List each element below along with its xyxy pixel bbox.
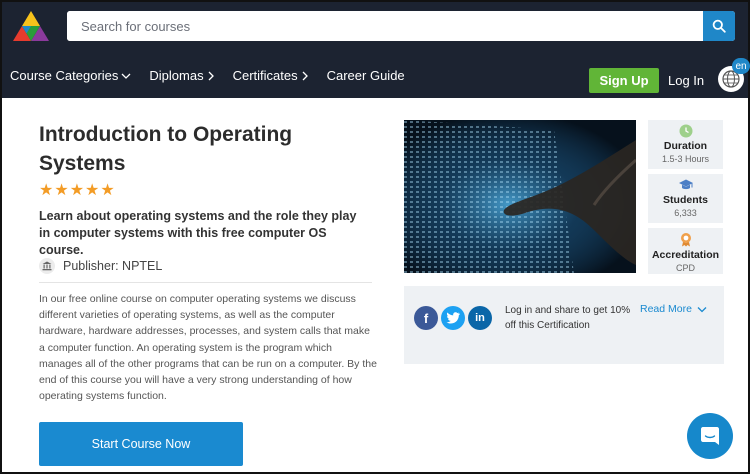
chat-icon [701, 427, 719, 445]
nav-label: Certificates [232, 68, 298, 83]
chat-widget-button[interactable] [687, 413, 733, 459]
start-course-button[interactable]: Start Course Now [39, 422, 243, 466]
linkedin-icon[interactable]: in [468, 306, 492, 330]
nav-course-categories[interactable]: Course Categories [10, 68, 131, 83]
stat-label: Students [663, 194, 708, 206]
facebook-icon[interactable]: f [414, 306, 438, 330]
stat-value: 6,333 [674, 208, 697, 218]
accreditation-card: Accreditation CPD [648, 228, 723, 274]
duration-card: Duration 1.5-3 Hours [648, 120, 723, 169]
sign-up-button[interactable]: Sign Up [589, 68, 659, 93]
rating-stars: ★★★★★ [39, 182, 116, 199]
institution-icon [39, 258, 55, 274]
stat-label: Duration [663, 140, 708, 152]
publisher-label[interactable]: Publisher: NPTEL [63, 259, 162, 273]
course-image [404, 120, 636, 273]
share-discount-box: f in Log in and share to get 10% off thi… [404, 286, 724, 364]
course-description: In our free online course on computer op… [39, 293, 377, 403]
stat-value: CPD [675, 263, 695, 273]
stat-label: Accreditation [651, 249, 720, 261]
chevron-down-icon [121, 73, 131, 79]
clock-icon [679, 124, 692, 138]
students-card: Students 6,333 [648, 174, 723, 223]
divider [39, 282, 372, 283]
graduation-cap-icon [678, 179, 693, 190]
nav-label: Diplomas [149, 68, 204, 83]
search-icon [712, 19, 726, 33]
log-in-link[interactable]: Log In [668, 73, 704, 88]
course-page: Introduction to Operating Systems ★★★★★ … [2, 98, 748, 472]
site-header: Course Categories Diplomas Certificates … [2, 2, 750, 98]
search-input[interactable] [67, 11, 702, 41]
course-subtitle: Learn about operating systems and the ro… [39, 209, 357, 257]
twitter-icon[interactable] [441, 306, 465, 330]
nav-certificates[interactable]: Certificates [233, 68, 309, 83]
course-title: Introduction to Operating Systems [39, 123, 293, 175]
nav-diplomas[interactable]: Diplomas [149, 68, 214, 83]
search-bar [67, 11, 735, 41]
alison-logo[interactable] [12, 10, 50, 42]
read-more-link[interactable]: Read More [640, 303, 707, 315]
share-discount-text: Log in and share to get 10% off this Cer… [505, 305, 631, 331]
main-nav: Course Categories Diplomas Certificates … [10, 68, 423, 83]
award-badge-icon [680, 233, 691, 247]
nav-label: Career Guide [326, 68, 405, 83]
publisher-row: Publisher: NPTEL [39, 258, 162, 274]
nav-label: Course Categories [10, 68, 119, 83]
search-button[interactable] [703, 11, 735, 41]
chevron-right-icon [302, 71, 308, 80]
chevron-down-icon [697, 306, 707, 312]
chevron-right-icon [208, 71, 214, 80]
nav-career-guide[interactable]: Career Guide [327, 68, 405, 83]
read-more-label: Read More [640, 303, 692, 315]
language-badge: en [732, 58, 750, 74]
stat-value: 1.5-3 Hours [661, 154, 710, 164]
